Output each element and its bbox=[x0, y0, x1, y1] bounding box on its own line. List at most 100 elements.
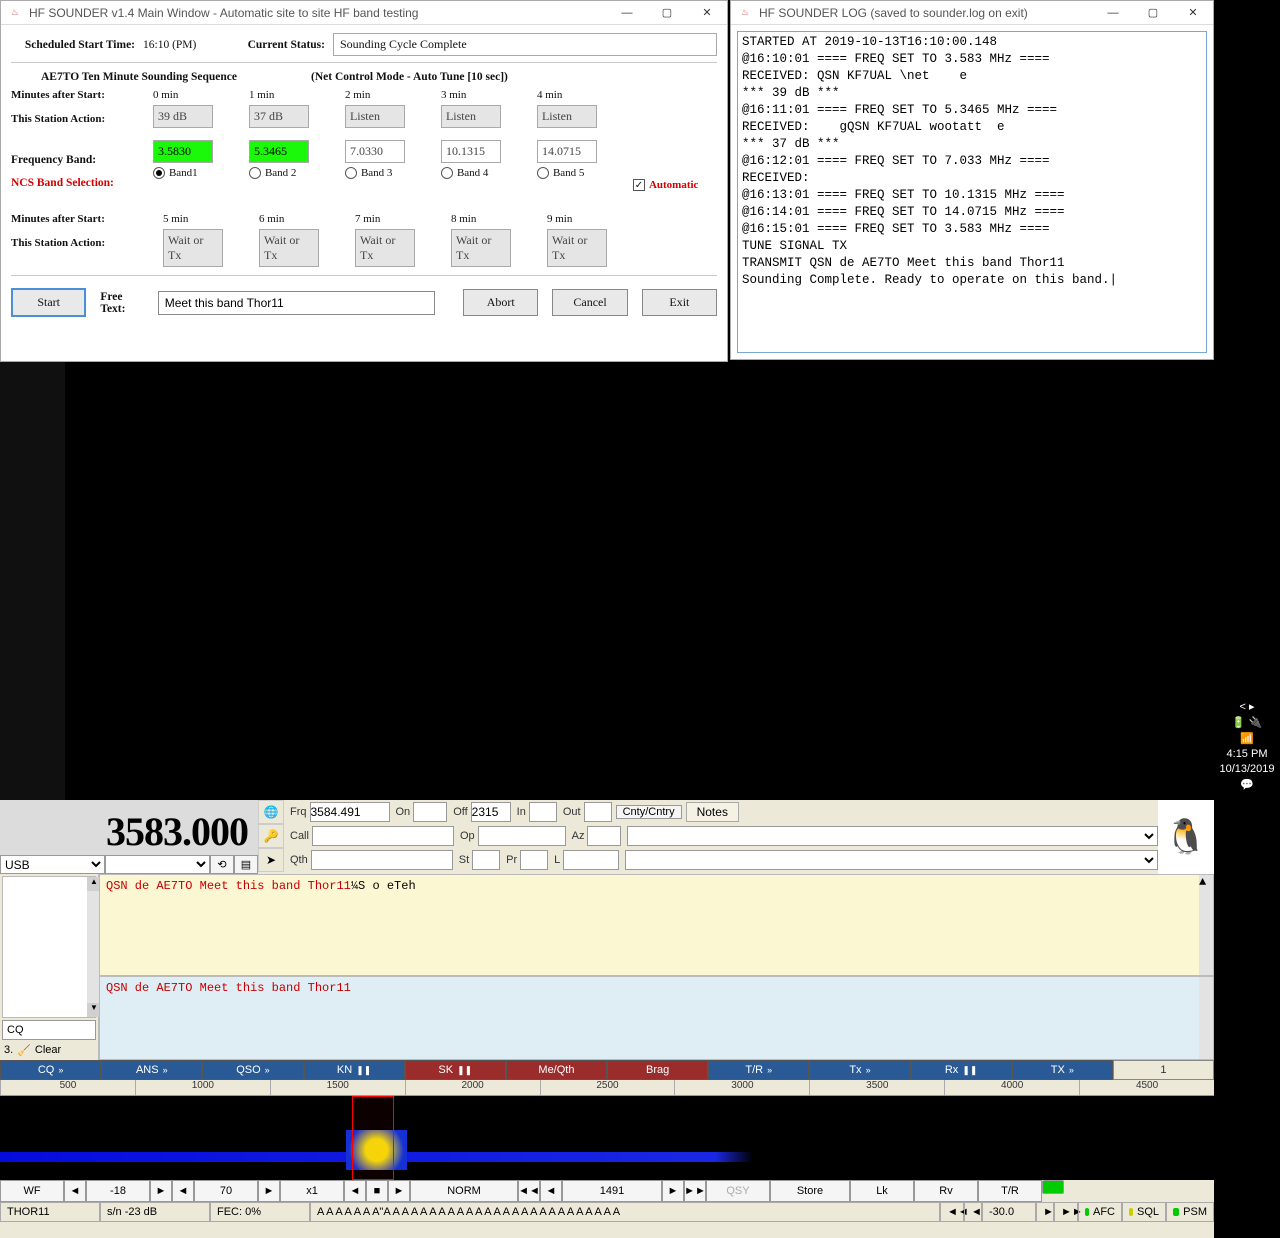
combo-1[interactable] bbox=[627, 826, 1158, 846]
action-box: Wait or Tx bbox=[355, 229, 415, 267]
freq-box[interactable]: 3.5830 bbox=[153, 140, 213, 163]
macro-ans[interactable]: ANS » bbox=[101, 1060, 202, 1080]
mode-title: (Net Control Mode - Auto Tune [10 sec]) bbox=[311, 71, 717, 83]
notes-tab[interactable]: Notes bbox=[686, 802, 739, 822]
wf-button[interactable]: WF bbox=[0, 1180, 64, 1202]
clear-button[interactable]: 3. 🧹 Clear bbox=[0, 1040, 98, 1060]
pr-input[interactable] bbox=[520, 850, 548, 870]
abort-button[interactable]: Abort bbox=[463, 289, 538, 316]
freq-box[interactable]: 7.0330 bbox=[345, 140, 405, 163]
cq-input[interactable] bbox=[2, 1020, 96, 1040]
macro-meqth[interactable]: Me/Qth bbox=[506, 1060, 607, 1080]
macro-rx[interactable]: Rx ❚❚ bbox=[911, 1060, 1012, 1080]
exit-button[interactable]: Exit bbox=[642, 289, 717, 316]
action-box: Listen bbox=[441, 105, 501, 128]
macro-tx[interactable]: Tx » bbox=[809, 1060, 910, 1080]
macro-qso[interactable]: QSO » bbox=[202, 1060, 303, 1080]
macro-cq[interactable]: CQ » bbox=[0, 1060, 101, 1080]
start-button[interactable]: Start bbox=[11, 288, 86, 317]
action-box: Wait or Tx bbox=[547, 229, 607, 267]
current-status-value: Sounding Cycle Complete bbox=[333, 33, 717, 56]
close-button[interactable]: ✕ bbox=[1173, 1, 1213, 25]
on-input[interactable] bbox=[413, 802, 447, 822]
macro-brag[interactable]: Brag bbox=[607, 1060, 708, 1080]
off-input[interactable] bbox=[471, 802, 511, 822]
macro-tr[interactable]: T/R » bbox=[708, 1060, 809, 1080]
arrow-left[interactable]: ◄ bbox=[64, 1180, 86, 1202]
minimize-button[interactable]: — bbox=[1093, 1, 1133, 25]
sequence-title: AE7TO Ten Minute Sounding Sequence bbox=[11, 71, 311, 83]
freq-box[interactable]: 10.1315 bbox=[441, 140, 501, 163]
scheduled-start-label: Scheduled Start Time: bbox=[25, 39, 135, 51]
az-input[interactable] bbox=[587, 826, 621, 846]
band-radio-1[interactable]: Band1 bbox=[153, 167, 241, 179]
tux-logo: 🐧 bbox=[1158, 800, 1214, 874]
band-radio-4[interactable]: Band 4 bbox=[441, 167, 529, 179]
ncs-band-label: NCS Band Selection: bbox=[11, 177, 153, 203]
tx-led bbox=[1042, 1180, 1064, 1194]
tx-pane[interactable]: QSN de AE7TO Meet this band Thor11 bbox=[99, 976, 1214, 1060]
minimize-button[interactable]: — bbox=[607, 1, 647, 25]
action-box: Listen bbox=[345, 105, 405, 128]
action-box: 37 dB bbox=[249, 105, 309, 128]
cnty-button[interactable]: Cnty/Cntry bbox=[616, 805, 682, 819]
log-textarea[interactable]: STARTED AT 2019-10-13T16:10:00.148 @16:1… bbox=[737, 31, 1207, 353]
globe-icon[interactable]: 🌐 bbox=[258, 800, 284, 824]
log-icon[interactable]: ▤ bbox=[234, 855, 258, 874]
status-mode: THOR11 bbox=[0, 1202, 100, 1222]
freq-input[interactable] bbox=[310, 802, 390, 822]
wf-level[interactable]: -18 bbox=[86, 1180, 150, 1202]
frequency-band-label: Frequency Band: bbox=[11, 143, 153, 177]
side-panel: ▲▼ bbox=[2, 876, 96, 1018]
action-box: Wait or Tx bbox=[259, 229, 319, 267]
qth-input[interactable] bbox=[311, 850, 453, 870]
macro-page[interactable]: 1 bbox=[1113, 1060, 1214, 1080]
current-status-label: Current Status: bbox=[248, 39, 325, 51]
macro-tx[interactable]: TX » bbox=[1012, 1060, 1113, 1080]
band-radio-5[interactable]: Band 5 bbox=[537, 167, 625, 179]
psm-button[interactable]: PSM bbox=[1166, 1202, 1214, 1222]
key-icon[interactable]: 🔑 bbox=[258, 824, 284, 848]
notifications-icon: 💬 bbox=[1216, 778, 1278, 791]
band-radio-2[interactable]: Band 2 bbox=[249, 167, 337, 179]
frequency-display[interactable]: 3583.000 bbox=[0, 800, 258, 855]
macro-sk[interactable]: SK ❚❚ bbox=[405, 1060, 506, 1080]
freq-box[interactable]: 5.3465 bbox=[249, 140, 309, 163]
system-tray[interactable]: < ▸ 🔋 🔌 📶 4:15 PM 10/13/2019 💬 bbox=[1214, 691, 1280, 800]
st-input[interactable] bbox=[472, 850, 500, 870]
java-icon: ♨ bbox=[7, 5, 23, 21]
send-icon[interactable]: ➤ bbox=[258, 848, 284, 872]
status-sn: s/n -23 dB bbox=[100, 1202, 210, 1222]
clock-time: 4:15 PM bbox=[1216, 748, 1278, 760]
free-text-input[interactable] bbox=[158, 291, 435, 315]
op-input[interactable] bbox=[478, 826, 566, 846]
wf-cursor-freq[interactable]: 1491 bbox=[562, 1180, 662, 1202]
this-station-label: This Station Action: bbox=[11, 113, 153, 139]
in-input[interactable] bbox=[529, 802, 557, 822]
freq-box[interactable]: 14.0715 bbox=[537, 140, 597, 163]
waterfall-display[interactable]: 50010001500200025003000350040004500 bbox=[0, 1080, 1214, 1180]
call-input[interactable] bbox=[312, 826, 454, 846]
afc-button[interactable]: AFC bbox=[1078, 1202, 1122, 1222]
refresh-icon[interactable]: ⟲ bbox=[210, 855, 234, 874]
main-window-title: HF SOUNDER v1.4 Main Window - Automatic … bbox=[29, 6, 607, 20]
rx-pane[interactable]: QSN de AE7TO Meet this band Thor11¼S o e… bbox=[99, 874, 1214, 976]
loc-input[interactable] bbox=[563, 850, 619, 870]
band-radio-3[interactable]: Band 3 bbox=[345, 167, 433, 179]
java-icon: ♨ bbox=[737, 5, 753, 21]
mode-select[interactable]: USB bbox=[0, 855, 105, 874]
maximize-button[interactable]: ▢ bbox=[1133, 1, 1173, 25]
arrow-right[interactable]: ► bbox=[150, 1180, 172, 1202]
maximize-button[interactable]: ▢ bbox=[647, 1, 687, 25]
automatic-checkbox[interactable]: ✓ Automatic bbox=[633, 179, 717, 191]
out-input[interactable] bbox=[584, 802, 612, 822]
close-button[interactable]: ✕ bbox=[687, 1, 727, 25]
status-text: A A A A A A A"A A A A A A A A A A A A A … bbox=[310, 1202, 940, 1222]
scheduled-start-value: 16:10 (PM) bbox=[143, 39, 223, 51]
combo-2[interactable] bbox=[625, 850, 1158, 870]
macro-kn[interactable]: KN ❚❚ bbox=[304, 1060, 405, 1080]
filter-select[interactable] bbox=[105, 855, 210, 874]
cancel-button[interactable]: Cancel bbox=[552, 289, 627, 316]
sql-button[interactable]: SQL bbox=[1122, 1202, 1166, 1222]
action-box: Listen bbox=[537, 105, 597, 128]
